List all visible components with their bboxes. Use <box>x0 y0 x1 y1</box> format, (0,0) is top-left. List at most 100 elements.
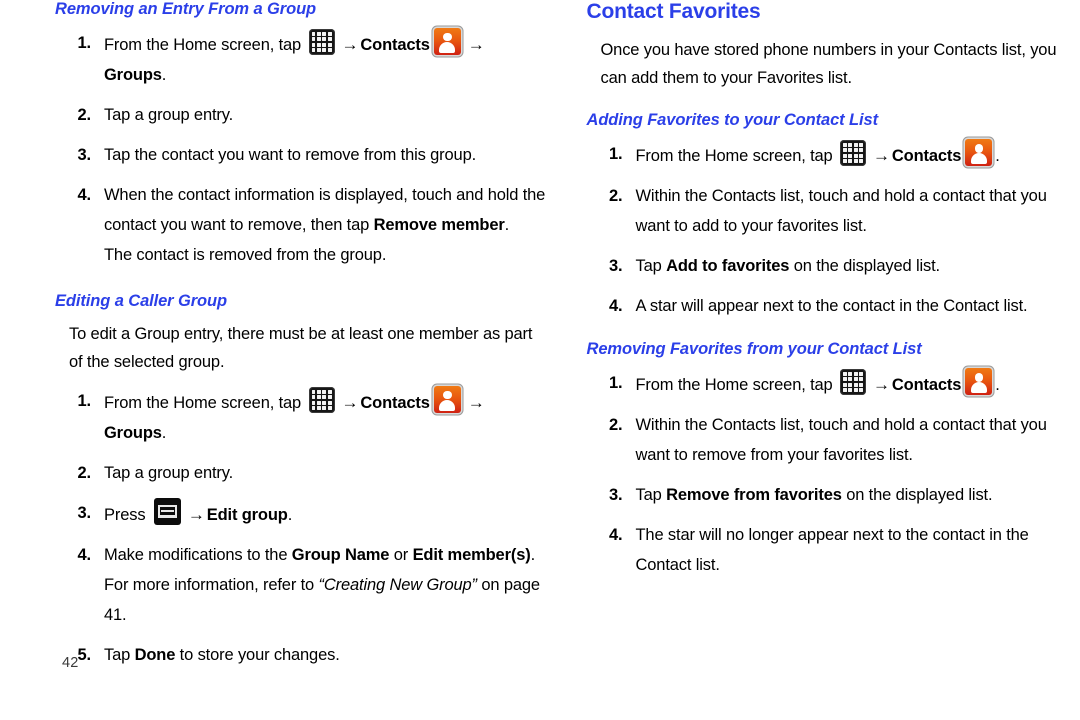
step-line: From the Home screen, tap → Contacts. <box>636 368 1000 396</box>
step-number: 4. <box>77 545 92 564</box>
step-number: 4. <box>609 297 623 316</box>
numbered-step: 3. Tap Add to favorites on the displayed … <box>587 251 1080 281</box>
step-content: Tap Done to store your changes. <box>104 640 549 670</box>
step-line: Tap Add to favorites on the displayed li… <box>636 257 941 276</box>
apps-grid-cells <box>843 143 864 164</box>
step-continuation-line: Groups. <box>104 418 549 448</box>
numbered-step: 1. From the Home screen, tap → Contacts → Gr… <box>55 27 549 90</box>
step-line: Tap a group entry. <box>104 464 233 482</box>
menu-glyph <box>157 504 177 518</box>
step-number: 1. <box>609 145 623 164</box>
section-heading-editing-caller-group: Editing a Caller Group <box>55 291 227 310</box>
person-body <box>439 41 456 53</box>
step-text: Tap the contact you want to remove from … <box>104 145 477 164</box>
bold-term: Remove from favorites <box>666 486 842 505</box>
steps-removing-entry: 1. From the Home screen, tap → Contacts → Gr… <box>55 27 549 270</box>
steps-editing-caller-group: 1. From the Home screen, tap → Contacts → Gr… <box>55 385 549 670</box>
contacts-icon <box>965 139 993 167</box>
numbered-step: 1. From the Home screen, tap → Contacts. <box>587 139 1080 171</box>
contacts-icon <box>433 27 461 55</box>
person-head <box>443 32 452 42</box>
bold-term: Groups <box>104 423 162 442</box>
step-line: Tap the contact you want to remove from … <box>104 146 476 164</box>
step-text: From the Home screen, tap <box>104 35 306 54</box>
step-text: . <box>995 147 1000 166</box>
step-text: . <box>995 376 1000 395</box>
step-content: Within the Contacts list, touch and hold… <box>636 181 1080 241</box>
step-text: . <box>161 423 167 442</box>
apps-grid-cells <box>311 389 332 410</box>
step-content: From the Home screen, tap → Contacts → Grou… <box>104 385 549 448</box>
arrow-icon: → <box>873 375 890 395</box>
step-number: 3. <box>609 486 623 505</box>
step-line: Tap Remove from favorites on the display… <box>636 486 993 504</box>
step-text: Within the Contacts list, touch and hold… <box>635 416 1047 465</box>
bold-term: Contacts <box>891 147 962 166</box>
step-line: Within the Contacts list, touch and hold… <box>636 416 1047 464</box>
bold-term: Add to favorites <box>666 257 790 276</box>
step-text: From the Home screen, tap <box>104 393 306 412</box>
step-content: Within the Contacts list, touch and hold… <box>636 410 1080 470</box>
numbered-step: 3. Tap Remove from favorites on the displ… <box>587 480 1080 510</box>
step-line: Tap a group entry. <box>104 106 233 124</box>
left-column: Removing an Entry From a Group 1. From th… <box>55 0 549 720</box>
arrow-icon: → <box>467 34 485 54</box>
apps-grid-cells <box>843 372 864 393</box>
step-line: Press → Edit group. <box>104 497 293 525</box>
step-number: 1. <box>77 391 92 410</box>
step-line: When the contact information is displaye… <box>104 186 545 234</box>
step-continuation-line: Groups. <box>104 60 549 90</box>
step-content: Tap Add to favorites on the displayed li… <box>636 251 1080 281</box>
arrow-icon: → <box>467 392 485 412</box>
step-text: . <box>287 505 293 524</box>
right-column: Contact Favorites Once you have stored p… <box>587 0 1080 720</box>
section-heading-removing-favorites: Removing Favorites from your Contact Lis… <box>586 340 922 359</box>
numbered-step: 4. When the contact information is displa… <box>55 180 549 270</box>
step-number: 2. <box>77 463 92 482</box>
step-line: The star will no longer appear next to t… <box>636 526 1029 574</box>
step-content: Tap Remove from favorites on the display… <box>636 480 1080 510</box>
step-text: Tap <box>635 486 667 505</box>
step-text: . <box>530 545 536 564</box>
numbered-step: 4. The star will no longer appear next to… <box>587 520 1080 580</box>
apps-grid-icon <box>308 28 335 55</box>
step-text: From the Home screen, tap <box>635 147 838 166</box>
step-number: 4. <box>77 185 92 204</box>
step-content: Make modifications to the Group Name or … <box>104 540 549 630</box>
step-text: Within the Contacts list, touch and hold… <box>635 187 1047 236</box>
step-content: From the Home screen, tap → Contacts. <box>636 368 1080 400</box>
step-continuation-line: The contact is removed from the group. <box>104 240 549 270</box>
step-text: Tap <box>104 645 135 664</box>
step-line: Make modifications to the Group Name or … <box>104 546 535 564</box>
step-content: A star will appear next to the contact i… <box>636 291 1080 321</box>
bold-term: Done <box>134 645 176 664</box>
bold-term: Group Name <box>291 545 390 564</box>
arrow-icon: → <box>873 146 890 166</box>
person-head <box>443 390 452 400</box>
numbered-step: 3. Tap the contact you want to remove fro… <box>55 140 549 170</box>
manual-page: Removing an Entry From a Group 1. From th… <box>0 0 1080 720</box>
section-heading-adding-favorites: Adding Favorites to your Contact List <box>586 111 879 130</box>
step-line: Tap Done to store your changes. <box>104 646 340 664</box>
step-line: From the Home screen, tap → Contacts → <box>104 27 487 55</box>
step-number: 2. <box>609 416 623 435</box>
bold-term: Remove member <box>373 215 505 234</box>
contacts-icon <box>965 368 993 396</box>
step-content: Tap the contact you want to remove from … <box>104 140 549 170</box>
step-content: From the Home screen, tap → Contacts → Grou… <box>104 27 549 90</box>
step-number: 3. <box>609 257 623 276</box>
step-text: on the displayed list. <box>841 486 993 505</box>
step-content: When the contact information is displaye… <box>104 180 549 270</box>
step-content: From the Home screen, tap → Contacts. <box>636 139 1080 171</box>
page-number: 42 <box>62 655 79 671</box>
intro-contact-favorites: Once you have stored phone numbers in yo… <box>600 41 1057 88</box>
numbered-step: 2. Within the Contacts list, touch and ho… <box>587 181 1080 241</box>
step-number: 2. <box>609 187 623 206</box>
step-number: 4. <box>609 526 623 545</box>
bold-term: Groups <box>104 65 162 84</box>
person-body <box>970 153 987 165</box>
numbered-step: 1. From the Home screen, tap → Contacts → Gr… <box>55 385 549 448</box>
apps-grid-icon <box>840 369 867 396</box>
step-content: The star will no longer appear next to t… <box>636 520 1080 580</box>
step-text: . <box>504 215 510 234</box>
